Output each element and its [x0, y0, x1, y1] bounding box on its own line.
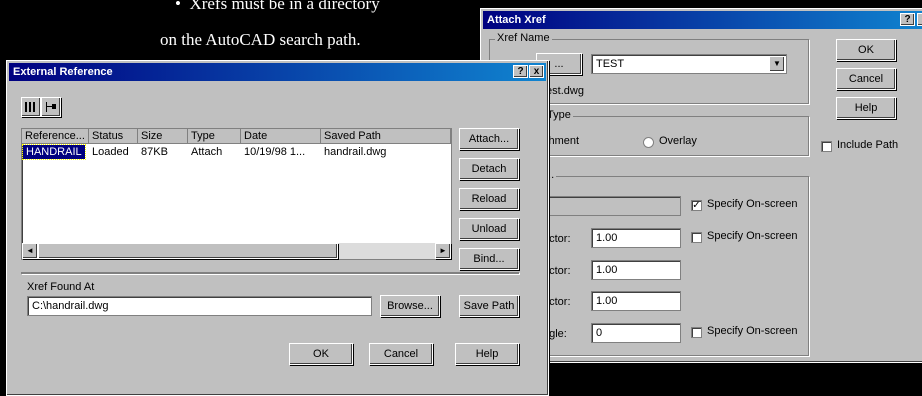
xref-name-combobox[interactable]: TEST ▼	[591, 54, 787, 74]
bullet-text: Xrefs must be in a directory	[189, 0, 380, 13]
table-cell-status: Loaded	[92, 146, 129, 158]
xref-name-value: TEST	[596, 58, 625, 70]
horizontal-scrollbar[interactable]: ◄ ►	[22, 243, 451, 259]
help-title-button[interactable]: ?	[513, 65, 528, 78]
z-scale-value: 1.00	[596, 295, 618, 307]
arrow-right-icon: ►	[439, 246, 447, 255]
close-title-button[interactable]: x	[529, 65, 544, 78]
save-path-button[interactable]: Save Path	[459, 295, 519, 317]
detach-button[interactable]: Detach	[459, 158, 519, 180]
attach-xref-titlebar: Attach Xref ? x	[483, 11, 922, 29]
reference-type-label: Type	[545, 109, 573, 121]
bullet-glyph: •	[175, 0, 181, 13]
bind-button[interactable]: Bind...	[459, 248, 519, 270]
xref-found-at-field[interactable]: C:\handrail.dwg	[27, 296, 372, 316]
cancel-button[interactable]: Cancel	[369, 343, 433, 365]
attach-button[interactable]: Attach...	[459, 128, 519, 150]
insertion-point-field[interactable]: 0	[536, 196, 681, 216]
external-reference-titlebar: External Reference ? x	[9, 63, 546, 81]
xref-found-at-label: Xref Found At	[27, 281, 95, 293]
scroll-left-button[interactable]: ◄	[22, 243, 38, 259]
dropdown-arrow-button[interactable]: ▼	[769, 56, 785, 72]
overlay-radio[interactable]	[643, 137, 654, 148]
specify-rotation-checkbox[interactable]	[691, 327, 702, 338]
list-view-icon	[25, 102, 35, 112]
xref-found-divider	[21, 272, 519, 274]
y-scale-value: 1.00	[596, 264, 618, 276]
arrow-left-icon: ◄	[26, 246, 34, 255]
close-title-button[interactable]: x	[917, 13, 922, 26]
scroll-right-button[interactable]: ►	[435, 243, 451, 259]
rotation-angle-field[interactable]: 0	[591, 323, 681, 343]
xref-found-at-value: C:\handrail.dwg	[32, 300, 109, 312]
table-cell-reference: HANDRAIL	[22, 144, 86, 160]
help-title-button[interactable]: ?	[900, 13, 915, 26]
external-reference-dialog: External Reference ? x Reference... Stat…	[6, 60, 549, 396]
cancel-button[interactable]: Cancel	[836, 68, 896, 90]
external-reference-title: External Reference	[13, 66, 113, 78]
rotation-angle-value: 0	[596, 327, 603, 339]
overlay-radio-label[interactable]: Overlay	[659, 135, 697, 147]
table-cell-type: Attach	[191, 146, 223, 158]
slide-bullet-line-2: on the AutoCAD search path.	[160, 30, 361, 49]
table-cell-size: 87KB	[141, 146, 168, 158]
include-path-label[interactable]: Include Path	[837, 139, 898, 151]
xref-path-text: test.dwg	[543, 85, 584, 97]
table-row[interactable]: HANDRAIL Loaded 87KB Attach 10/19/98 1..…	[22, 129, 451, 160]
browse-button[interactable]: Browse...	[380, 295, 440, 317]
checkmark-icon: ✓	[692, 200, 701, 211]
table-cell-date: 10/19/98 1...	[244, 146, 306, 158]
specify-scale-checkbox[interactable]	[691, 232, 702, 243]
x-scale-field[interactable]: 1.00	[591, 228, 681, 248]
specify-rotation-label[interactable]: Specify On-screen	[707, 325, 797, 337]
ok-button[interactable]: OK	[289, 343, 353, 365]
tree-view-icon	[46, 102, 56, 112]
z-scale-field[interactable]: 1.00	[591, 291, 681, 311]
slide-bullet-line-1: • Xrefs must be in a directory	[175, 0, 380, 14]
x-scale-value: 1.00	[596, 232, 618, 244]
specify-insertion-label[interactable]: Specify On-screen	[707, 198, 797, 210]
y-scale-field[interactable]: 1.00	[591, 260, 681, 280]
attach-xref-title: Attach Xref	[487, 14, 546, 26]
chevron-down-icon: ▼	[773, 59, 781, 68]
list-view-button[interactable]	[21, 97, 41, 117]
ok-button[interactable]: OK	[836, 39, 896, 61]
xref-list[interactable]: Reference... Status Size Type Date Saved…	[21, 128, 452, 260]
help-button[interactable]: Help	[455, 343, 519, 365]
table-cell-saved-path: handrail.dwg	[324, 146, 387, 158]
scroll-thumb[interactable]	[38, 243, 338, 259]
specify-insertion-checkbox[interactable]: ✓	[691, 200, 702, 211]
help-button[interactable]: Help	[836, 97, 896, 119]
specify-scale-label[interactable]: Specify On-screen	[707, 230, 797, 242]
xref-name-group-label: Xref Name	[495, 32, 552, 44]
include-path-checkbox[interactable]	[821, 141, 832, 152]
reload-button[interactable]: Reload	[459, 188, 519, 210]
tree-view-button[interactable]	[41, 97, 61, 117]
unload-button[interactable]: Unload	[459, 218, 519, 240]
